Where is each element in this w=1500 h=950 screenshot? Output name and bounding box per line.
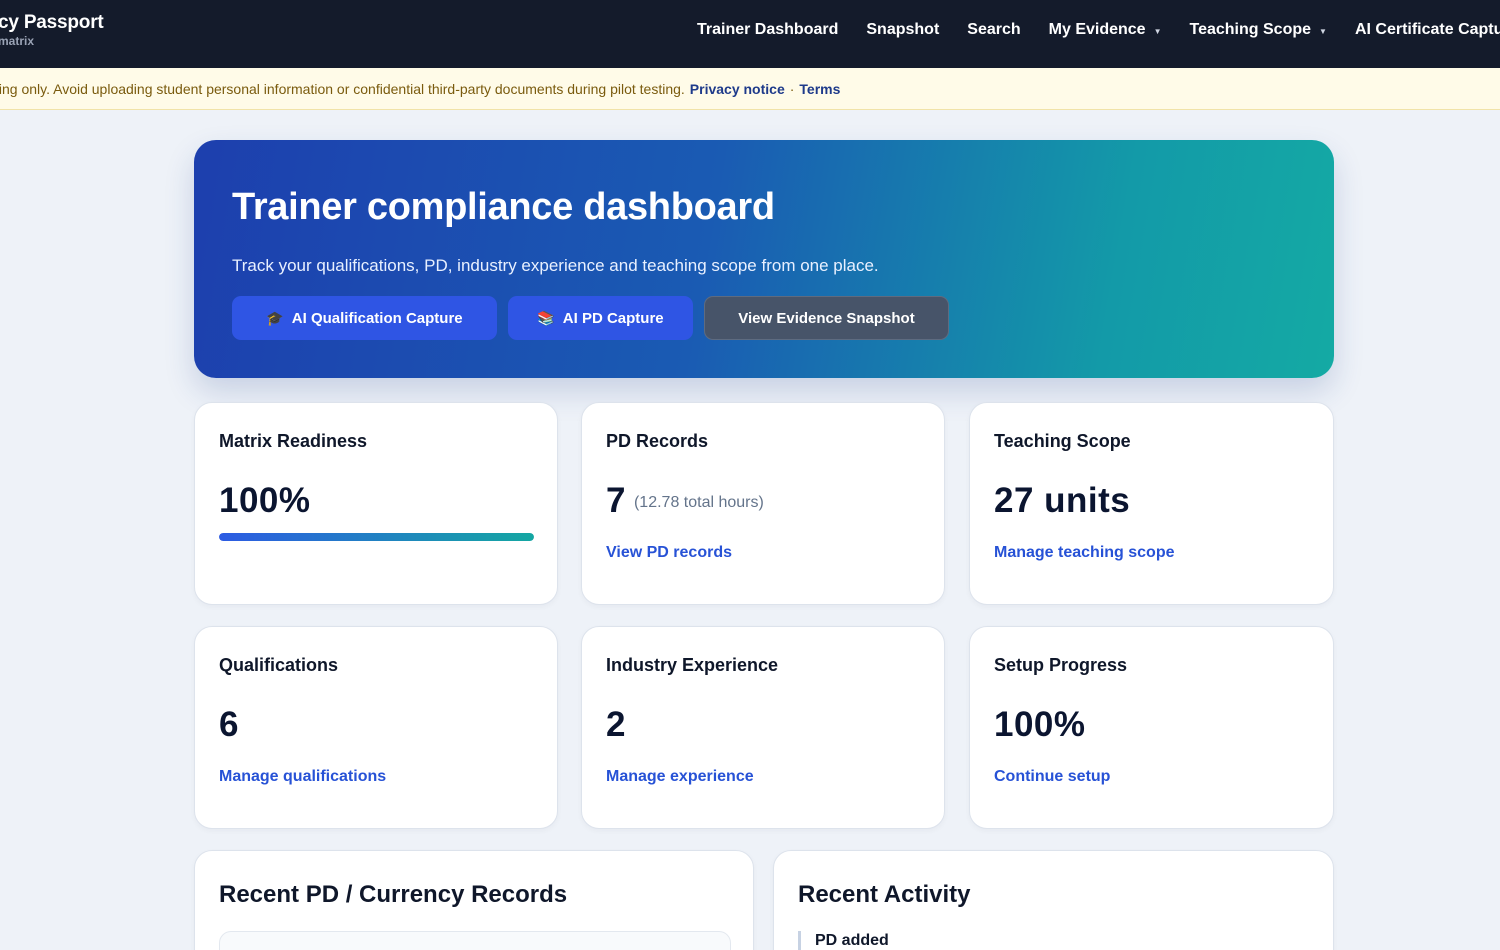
hero-subtitle: Track your qualifications, PD, industry …	[232, 256, 879, 275]
hero-actions: 🎓 AI Qualification Capture 📚 AI PD Captu…	[232, 296, 960, 340]
brand-subtitle: matrix	[0, 34, 35, 48]
card-label: Teaching Scope	[994, 431, 1131, 451]
button-label: View Evidence Snapshot	[738, 309, 915, 327]
readiness-progress-bar	[219, 533, 534, 541]
card-label: Qualifications	[219, 655, 339, 675]
chevron-down-icon: ▼	[1153, 27, 1162, 36]
terms-link[interactable]: Terms	[799, 81, 840, 97]
nav-label: My Evidence	[1048, 21, 1146, 38]
pilot-notice-bar: ting only. Avoid uploading student perso…	[0, 68, 1500, 110]
card-value: 27 units	[994, 481, 1131, 520]
card-value: 100%	[219, 481, 311, 520]
setup-progress-card: Setup Progress 100% Continue setup	[969, 626, 1334, 829]
brand-title: cy Passport	[0, 12, 104, 33]
books-icon: 📚	[537, 309, 555, 326]
main-nav: Trainer Dashboard Snapshot Search My Evi…	[697, 0, 1500, 60]
nav-label: AI Certificate Captu	[1354, 21, 1500, 38]
card-value: 7 (12.78 total hours)	[606, 481, 764, 521]
button-label: AI Qualification Capture	[291, 309, 463, 327]
card-label: PD Records	[606, 431, 709, 451]
panel-title: Recent Activity	[798, 881, 971, 908]
manage-teaching-scope-link[interactable]: Manage teaching scope	[994, 544, 1175, 562]
card-value: 6	[219, 705, 239, 744]
nav-label: Search	[967, 21, 1021, 38]
card-label: Setup Progress	[994, 655, 1128, 675]
continue-setup-link[interactable]: Continue setup	[994, 768, 1110, 786]
recent-pd-panel: Recent PD / Currency Records	[194, 850, 754, 950]
notice-separator: ·	[789, 80, 795, 97]
ai-qualification-capture-button[interactable]: 🎓 AI Qualification Capture	[232, 296, 497, 340]
pd-count: 7	[606, 481, 626, 520]
qualifications-card: Qualifications 6 Manage qualifications	[194, 626, 558, 829]
page-title: Trainer compliance dashboard	[232, 186, 775, 228]
progress-fill	[219, 533, 534, 541]
certificate-icon: 🎓	[266, 309, 284, 326]
brand[interactable]: cy Passport matrix	[0, 12, 104, 48]
nav-label: Trainer Dashboard	[697, 21, 839, 38]
card-value: 100%	[994, 705, 1086, 744]
industry-experience-card: Industry Experience 2 Manage experience	[581, 626, 945, 829]
card-label: Industry Experience	[606, 655, 779, 675]
ai-pd-capture-button[interactable]: 📚 AI PD Capture	[508, 296, 693, 340]
pd-record-item[interactable]	[219, 931, 731, 950]
card-value: 2	[606, 705, 626, 744]
view-evidence-snapshot-button[interactable]: View Evidence Snapshot	[704, 296, 949, 340]
pd-records-card: PD Records 7 (12.78 total hours) View PD …	[581, 402, 945, 605]
card-label: Matrix Readiness	[219, 431, 368, 451]
pd-total-hours: (12.78 total hours)	[633, 494, 764, 511]
nav-teaching-scope[interactable]: Teaching Scope ▼	[1190, 21, 1327, 39]
nav-label: Snapshot	[866, 21, 940, 38]
chevron-down-icon: ▼	[1319, 27, 1327, 36]
nav-snapshot[interactable]: Snapshot	[866, 21, 939, 39]
nav-search[interactable]: Search	[967, 21, 1020, 39]
teaching-scope-card: Teaching Scope 27 units Manage teaching …	[969, 402, 1334, 605]
nav-label: Teaching Scope	[1189, 21, 1312, 38]
nav-my-evidence[interactable]: My Evidence ▼	[1049, 21, 1162, 39]
manage-qualifications-link[interactable]: Manage qualifications	[219, 768, 386, 786]
privacy-notice-link[interactable]: Privacy notice	[690, 81, 785, 97]
button-label: AI PD Capture	[562, 309, 664, 327]
matrix-readiness-card: Matrix Readiness 100%	[194, 402, 558, 605]
nav-trainer-dashboard[interactable]: Trainer Dashboard	[697, 21, 838, 39]
manage-experience-link[interactable]: Manage experience	[606, 768, 754, 786]
activity-item: PD added	[798, 931, 889, 950]
hero-banner: Trainer compliance dashboard Track your …	[194, 140, 1334, 378]
panel-title: Recent PD / Currency Records	[219, 881, 568, 908]
top-navigation: cy Passport matrix Trainer Dashboard Sna…	[0, 0, 1500, 68]
view-pd-records-link[interactable]: View PD records	[606, 544, 732, 562]
notice-text: ting only. Avoid uploading student perso…	[0, 80, 685, 97]
nav-ai-certificate-capture[interactable]: AI Certificate Captu	[1355, 21, 1500, 39]
recent-activity-panel: Recent Activity PD added	[773, 850, 1334, 950]
